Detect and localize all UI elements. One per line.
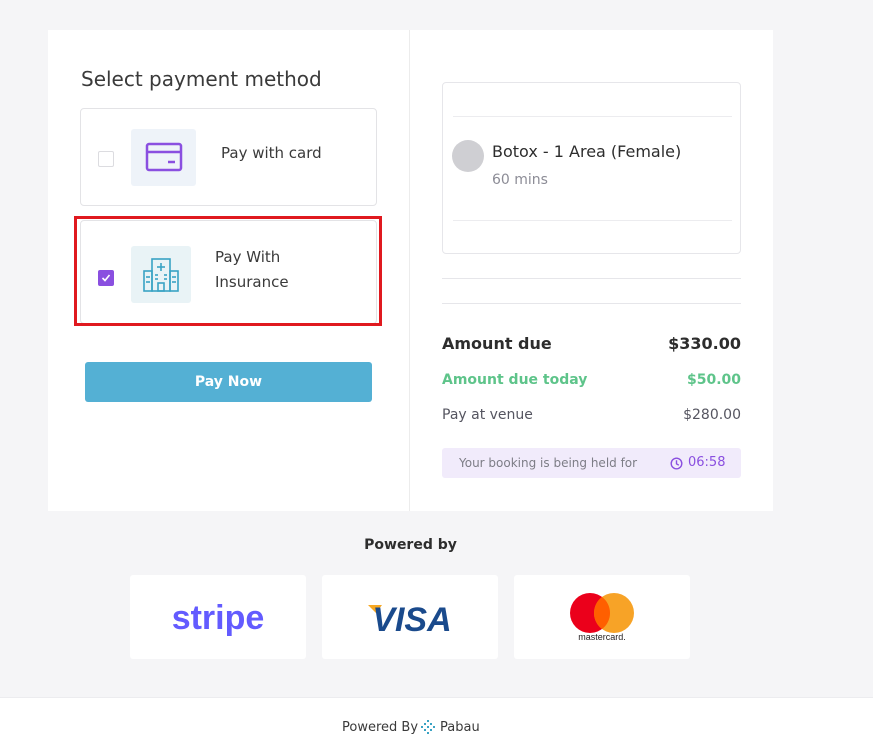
visa-logo-text: VISA — [372, 601, 451, 639]
pay-with-card-label: Pay with card — [221, 144, 322, 162]
credit-card-icon — [131, 129, 196, 186]
checkmark-icon — [101, 274, 111, 282]
pay-with-insurance-checkbox[interactable] — [98, 270, 114, 286]
mastercard-logo: mastercard. — [514, 575, 690, 659]
divider — [453, 220, 732, 221]
service-duration: 60 mins — [492, 172, 548, 188]
divider — [442, 303, 741, 304]
service-summary-box: Botox - 1 Area (Female) 60 mins — [442, 82, 741, 254]
pabau-logo-icon — [421, 720, 435, 734]
visa-logo: VISA — [322, 575, 498, 659]
amount-due-today-value: $50.00 — [686, 372, 741, 388]
footer-powered-by: Powered By — [342, 720, 419, 735]
stripe-logo: stripe — [130, 575, 306, 659]
pay-at-venue-label: Pay at venue — [442, 407, 533, 423]
pay-with-insurance-option[interactable]: Pay With Insurance — [80, 220, 377, 324]
amount-due-today-label: Amount due today — [442, 372, 588, 388]
mastercard-logo-text: mastercard. — [578, 632, 626, 642]
footer-brand: Pabau — [440, 720, 480, 735]
booking-card: Select payment method Pay with card Pay … — [48, 30, 773, 511]
pay-with-card-checkbox[interactable] — [98, 151, 114, 167]
amount-due-value: $330.00 — [668, 334, 741, 353]
column-divider — [409, 30, 410, 511]
amount-due-label: Amount due — [442, 334, 552, 353]
payment-method-title: Select payment method — [81, 67, 322, 91]
pay-now-button[interactable]: Pay Now — [85, 362, 372, 402]
powered-by-title: Powered by — [364, 537, 457, 553]
stripe-logo-text: stripe — [172, 599, 265, 637]
service-name: Botox - 1 Area (Female) — [492, 142, 682, 161]
divider — [453, 116, 732, 117]
booking-hold-text: Your booking is being held for — [459, 456, 638, 470]
pay-with-card-option[interactable]: Pay with card — [80, 108, 377, 206]
clock-icon — [670, 457, 683, 470]
pay-with-insurance-label: Pay With Insurance — [215, 248, 289, 291]
hospital-building-icon — [131, 246, 191, 303]
booking-hold-timer: 06:58 — [688, 455, 726, 470]
booking-hold-banner: Your booking is being held for 06:58 — [442, 448, 741, 478]
divider — [442, 278, 741, 279]
service-avatar — [452, 140, 484, 172]
footer: Powered By Pabau — [0, 697, 873, 750]
pay-at-venue-value: $280.00 — [683, 407, 741, 423]
